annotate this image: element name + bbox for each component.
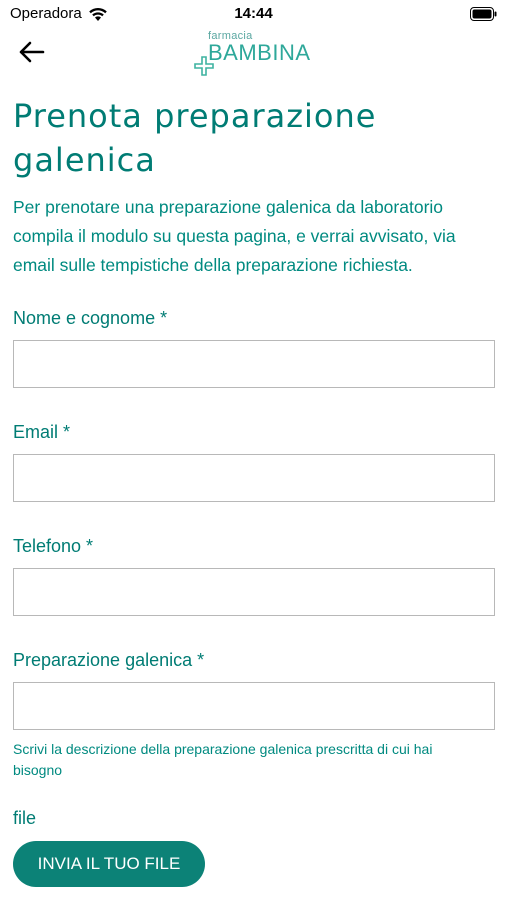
email-field[interactable]	[13, 454, 495, 502]
battery-icon	[470, 7, 497, 21]
name-field[interactable]	[13, 340, 495, 388]
clock: 14:44	[234, 5, 273, 22]
pharmacy-cross-icon	[194, 56, 214, 76]
logo: farmacia BAMBINA	[194, 30, 319, 78]
preparation-field[interactable]	[13, 682, 495, 730]
file-label: file	[13, 808, 37, 828]
preparation-label: Preparazione galenica *	[13, 650, 205, 670]
intro-text: Per prenotare una preparazione galenica …	[13, 197, 456, 275]
upload-file-button[interactable]: INVIA IL TUO FILE	[13, 841, 205, 887]
back-arrow-icon[interactable]	[18, 40, 46, 64]
status-bar: Operadora 14:44	[0, 0, 507, 30]
preparation-hint: Scrivi la descrizione della preparazione…	[13, 741, 433, 778]
phone-field[interactable]	[13, 568, 495, 616]
name-label: Nome e cognome *	[13, 308, 168, 328]
logo-title: BAMBINA	[208, 40, 311, 65]
nav-bar: farmacia BAMBINA	[0, 28, 507, 78]
phone-label: Telefono *	[13, 536, 94, 556]
page-title: Prenota preparazione galenica	[13, 97, 377, 179]
email-label: Email *	[13, 422, 71, 442]
